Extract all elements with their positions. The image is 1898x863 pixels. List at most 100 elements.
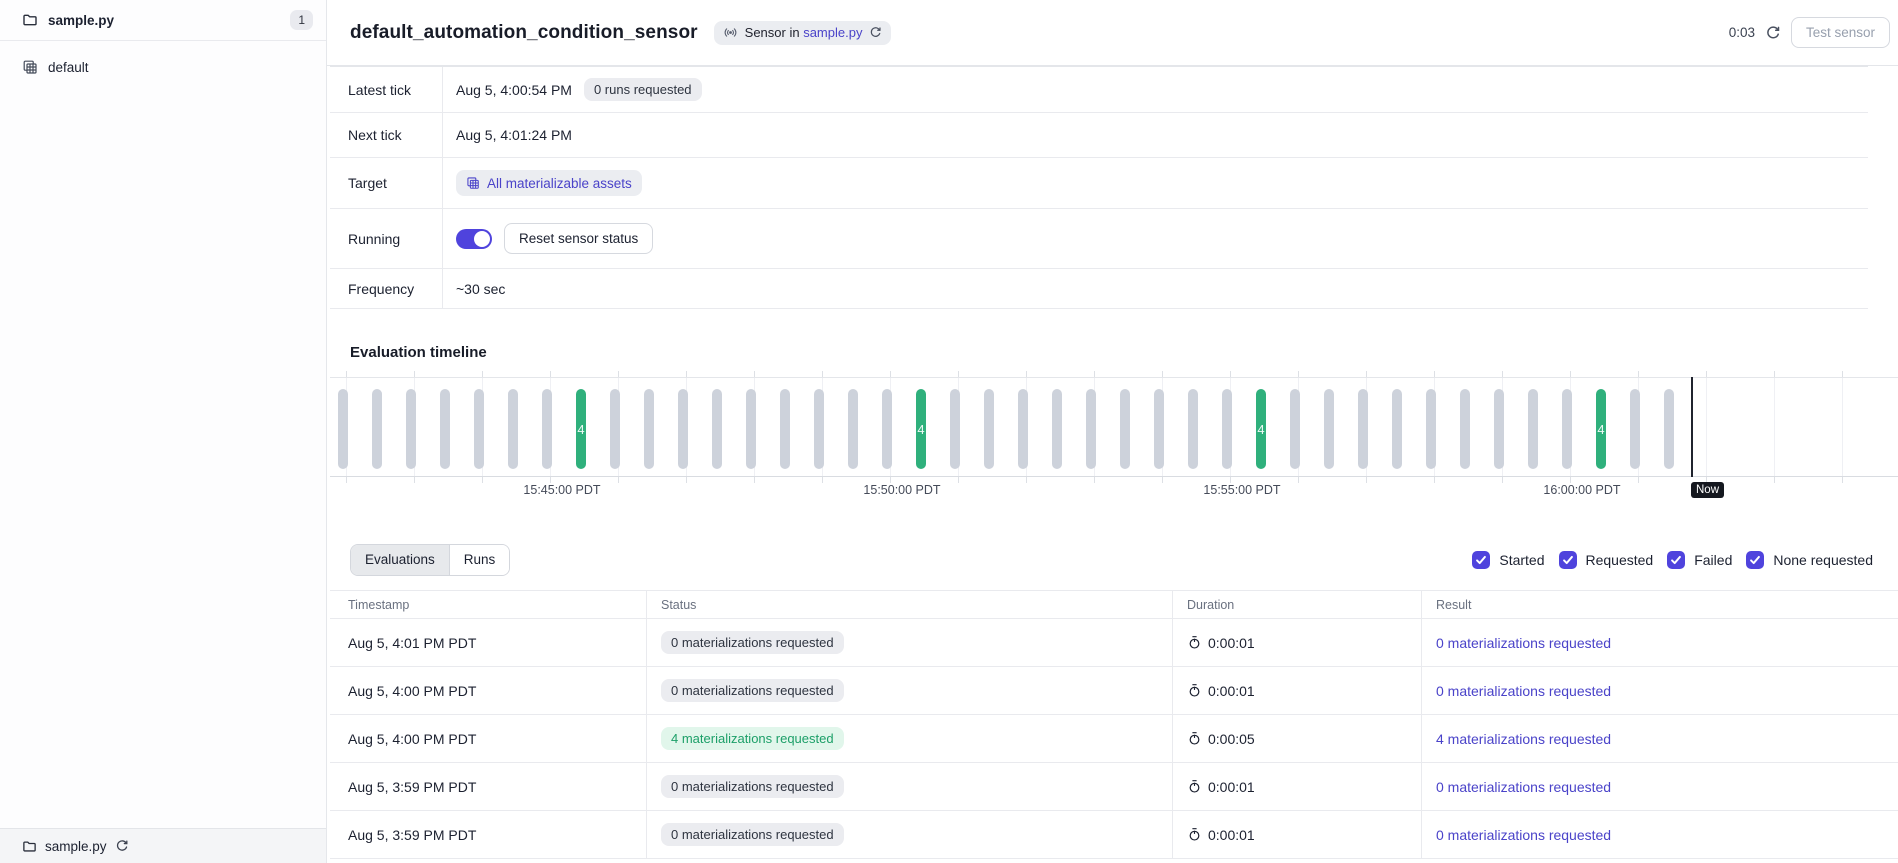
timeline-tick-bar[interactable]: [1154, 389, 1164, 469]
sidebar-asset-group-label: default: [48, 60, 89, 75]
timeline-tick-bar[interactable]: [814, 389, 824, 469]
result-link[interactable]: 0 materializations requested: [1436, 827, 1611, 843]
test-sensor-button[interactable]: Test sensor: [1791, 17, 1890, 48]
timeline-tick-bar[interactable]: [1120, 389, 1130, 469]
sidebar-item-code-location[interactable]: sample.py 1: [0, 0, 326, 41]
cell-status: 0 materializations requested: [646, 619, 1172, 666]
timeline-tick-bar[interactable]: [950, 389, 960, 469]
result-link[interactable]: 0 materializations requested: [1436, 779, 1611, 795]
timeline-tick-bar[interactable]: [372, 389, 382, 469]
axis-tick-label: 15:45:00 PDT: [523, 483, 600, 497]
timeline-tick-bar[interactable]: [1052, 389, 1062, 469]
cell-duration: 0:00:01: [1172, 619, 1421, 666]
checkbox-checked-icon: [1746, 551, 1764, 569]
timeline-tick-bar[interactable]: [984, 389, 994, 469]
timeline-tick-bar[interactable]: [1290, 389, 1300, 469]
reset-sensor-status-button[interactable]: Reset sensor status: [504, 223, 653, 254]
tab-evaluations[interactable]: Evaluations: [351, 545, 449, 575]
frequency-label: Frequency: [330, 269, 442, 308]
cell-result: 4 materializations requested: [1421, 715, 1898, 762]
table-header-row: Timestamp Status Duration Result: [330, 590, 1898, 619]
filter-checkbox-label: Started: [1499, 552, 1544, 568]
view-tabs: Evaluations Runs: [350, 544, 510, 576]
sidebar-item-asset-group[interactable]: default: [0, 50, 326, 84]
timeline-tick-bar[interactable]: 4: [1596, 389, 1606, 469]
now-marker-line: [1691, 377, 1693, 477]
timeline-tick-bar[interactable]: [1324, 389, 1334, 469]
now-marker-badge: Now: [1691, 482, 1724, 498]
timeline-tick-bar[interactable]: [1664, 389, 1674, 469]
duration-value: 0:00:01: [1208, 635, 1255, 651]
status-badge: 4 materializations requested: [661, 727, 844, 750]
timeline-tick-bar[interactable]: [1460, 389, 1470, 469]
timeline-tick-bar[interactable]: [644, 389, 654, 469]
meta-row-frequency: Frequency ~30 sec: [330, 269, 1868, 309]
tick-run-count: 4: [577, 422, 584, 437]
timeline-tick-bar[interactable]: [1528, 389, 1538, 469]
timeline-tick-bar[interactable]: [1562, 389, 1572, 469]
cell-timestamp: Aug 5, 3:59 PM PDT: [330, 811, 646, 858]
timeline-tick-bar[interactable]: [542, 389, 552, 469]
filter-checkbox-started[interactable]: Started: [1472, 551, 1544, 569]
result-link[interactable]: 4 materializations requested: [1436, 731, 1611, 747]
timeline-tick-bar[interactable]: [1188, 389, 1198, 469]
sensor-badge-text: Sensor in sample.py: [745, 25, 863, 40]
timeline-tick-bar[interactable]: 4: [1256, 389, 1266, 469]
frequency-value: ~30 sec: [456, 281, 505, 297]
col-header-timestamp: Timestamp: [330, 591, 646, 618]
cell-result: 0 materializations requested: [1421, 763, 1898, 810]
evaluation-timeline-heading: Evaluation timeline: [350, 343, 1898, 363]
timeline-tick-bar[interactable]: [508, 389, 518, 469]
tab-runs[interactable]: Runs: [449, 545, 510, 575]
timeline-tick-bar[interactable]: [780, 389, 790, 469]
timeline-tick-bar[interactable]: [338, 389, 348, 469]
timeline-tick-bar[interactable]: 4: [916, 389, 926, 469]
code-location-link[interactable]: sample.py: [803, 25, 862, 40]
table-body: Aug 5, 4:01 PM PDT0 materializations req…: [330, 619, 1898, 859]
meta-row-next-tick: Next tick Aug 5, 4:01:24 PM: [330, 113, 1868, 158]
timeline-tick-bar[interactable]: [848, 389, 858, 469]
duration-value: 0:00:05: [1208, 731, 1255, 747]
timeline-tick-bar[interactable]: [1630, 389, 1640, 469]
timeline-tick-bar[interactable]: 4: [576, 389, 586, 469]
timeline-tick-bar[interactable]: [1494, 389, 1504, 469]
running-toggle[interactable]: [456, 229, 492, 249]
cell-status: 4 materializations requested: [646, 715, 1172, 762]
filter-checkbox-none-requested[interactable]: None requested: [1746, 551, 1873, 569]
timeline-tick-bar[interactable]: [746, 389, 756, 469]
tick-run-count: 4: [1597, 422, 1604, 437]
status-badge: 0 materializations requested: [661, 775, 844, 798]
timeline-tick-bar[interactable]: [882, 389, 892, 469]
target-assets-chip[interactable]: All materializable assets: [456, 170, 642, 196]
timeline-tick-bar[interactable]: [678, 389, 688, 469]
col-header-status: Status: [646, 591, 1172, 618]
meta-row-target: Target All materializable assets: [330, 158, 1868, 209]
refresh-countdown-icon[interactable]: [1765, 25, 1781, 41]
cell-timestamp: Aug 5, 4:00 PM PDT: [330, 667, 646, 714]
evaluation-countdown: 0:03: [1729, 25, 1755, 40]
timeline-tick-bar[interactable]: [1222, 389, 1232, 469]
folder-icon: [22, 839, 37, 854]
timeline-tick-bar[interactable]: [440, 389, 450, 469]
stopwatch-icon: [1187, 779, 1202, 794]
timeline-tick-bar[interactable]: [474, 389, 484, 469]
evaluation-row: Aug 5, 4:01 PM PDT0 materializations req…: [330, 619, 1898, 667]
sidebar-footer-label: sample.py: [45, 839, 107, 854]
refresh-sensor-icon[interactable]: [869, 26, 882, 39]
result-link[interactable]: 0 materializations requested: [1436, 635, 1611, 651]
meta-row-running: Running Reset sensor status: [330, 209, 1868, 269]
filter-checkbox-requested[interactable]: Requested: [1559, 551, 1654, 569]
target-assets-label: All materializable assets: [487, 176, 632, 191]
timeline-tick-bar[interactable]: [1086, 389, 1096, 469]
timeline-tick-bar[interactable]: [712, 389, 722, 469]
result-link[interactable]: 0 materializations requested: [1436, 683, 1611, 699]
timeline-tick-bar[interactable]: [1358, 389, 1368, 469]
timeline-tick-bar[interactable]: [1426, 389, 1436, 469]
evaluation-row: Aug 5, 3:59 PM PDT 0 materializations req…: [330, 811, 1898, 859]
timeline-tick-bar[interactable]: [406, 389, 416, 469]
timeline-tick-bar[interactable]: [1392, 389, 1402, 469]
reload-location-icon[interactable]: [115, 839, 129, 853]
timeline-tick-bar[interactable]: [610, 389, 620, 469]
filter-checkbox-failed[interactable]: Failed: [1667, 551, 1732, 569]
timeline-tick-bar[interactable]: [1018, 389, 1028, 469]
